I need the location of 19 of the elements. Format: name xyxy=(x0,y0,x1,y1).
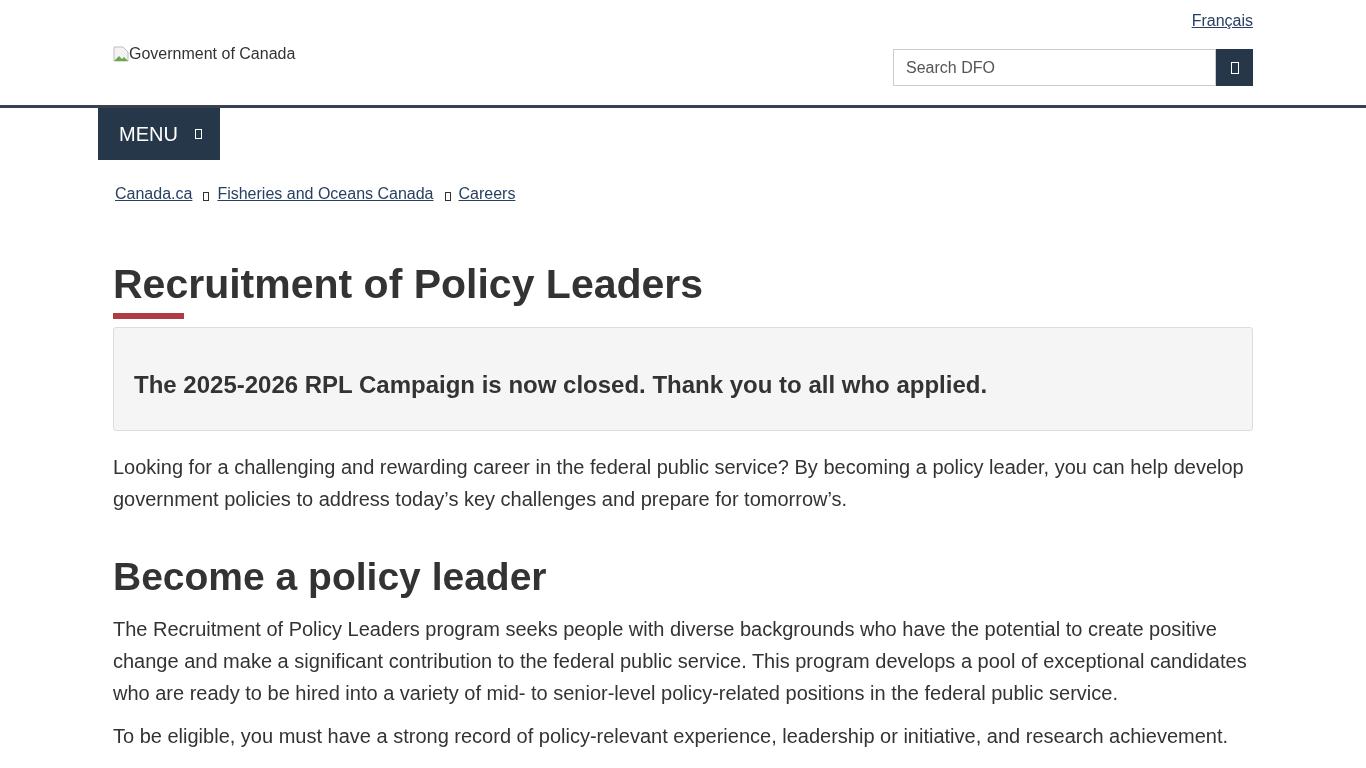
body-paragraph: The Recruitment of Policy Leaders program seeks people with diverse backgrounds who have the potential to create positive change and make a significant contribution to the federal public service. This program develops a pool of exceptional candidates who are ready to be hired into a variety of mid- to senior-level policy-related positions in the federal public service. xyxy=(113,617,1248,706)
square-icon xyxy=(194,129,202,139)
logo-link[interactable]: Government of Canada xyxy=(113,44,296,64)
breadcrumb-link[interactable]: Careers xyxy=(458,185,516,203)
section-heading: Become a policy leader xyxy=(113,556,548,598)
square-icon xyxy=(444,191,451,201)
breadcrumb-link[interactable]: Canada.ca xyxy=(115,185,193,203)
alert-text: The 2025-2026 RPL Campaign is now closed. Thank you to all who applied. xyxy=(134,371,989,399)
intro-paragraph: Looking for a challenging and rewarding career in the federal public service? By becoming a policy leader, you can help develop government policies to address today’s key challenges and prepare for tomorrow’s. xyxy=(113,455,1245,512)
square-icon xyxy=(203,191,210,201)
body-paragraph: To be eligible, you must have a strong record of policy-relevant experience, leadership or initiative, and research achievement. xyxy=(113,724,1230,749)
square-icon xyxy=(1230,61,1239,74)
menu-button[interactable]: MENU xyxy=(98,108,220,160)
search-button[interactable] xyxy=(1216,49,1253,86)
language-link[interactable]: Français xyxy=(1191,10,1253,32)
broken-image-icon xyxy=(113,46,129,62)
page-title: Recruitment of Policy Leaders xyxy=(113,263,705,305)
breadcrumb-link[interactable]: Fisheries and Oceans Canada xyxy=(217,185,434,203)
search-field[interactable]: Search DFO xyxy=(893,49,1216,86)
